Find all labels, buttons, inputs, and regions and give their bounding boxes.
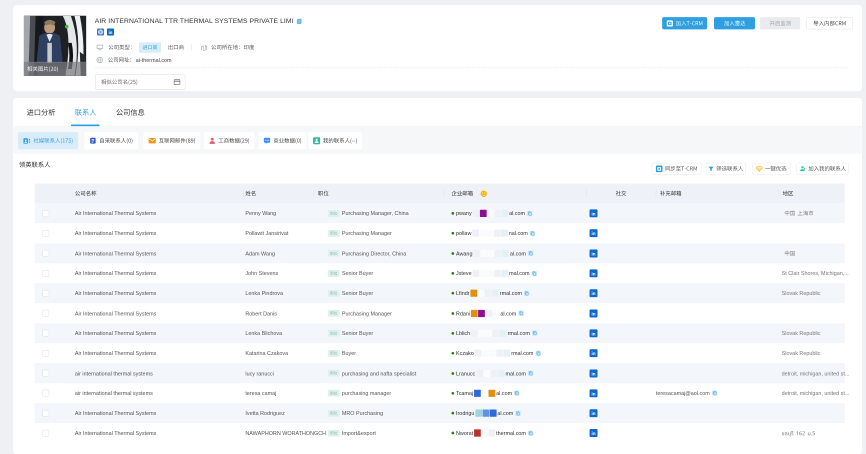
svg-text:in: in [592,371,596,376]
svg-text:in: in [592,351,596,356]
svg-text:in: in [592,311,596,316]
svg-text:in: in [592,291,596,296]
svg-text:in: in [592,211,596,216]
svg-text:in: in [592,231,596,236]
svg-text:in: in [592,251,596,256]
svg-text:in: in [592,431,596,436]
svg-text:in: in [592,391,596,396]
svg-text:in: in [109,30,113,35]
svg-text:in: in [592,331,596,336]
svg-text:in: in [592,271,596,276]
svg-text:in: in [592,411,596,416]
